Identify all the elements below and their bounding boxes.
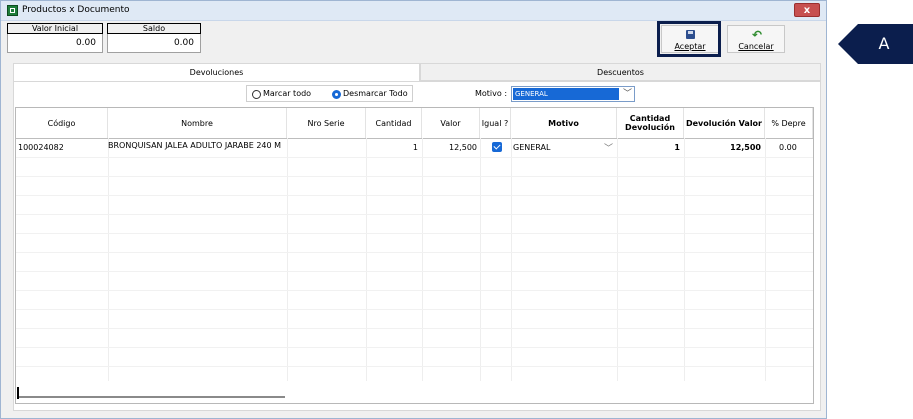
grid-divider <box>422 138 423 381</box>
cell-nombre: BRONQUISAN JALEA ADULTO JARABE 240 M <box>108 141 282 150</box>
grid-row-line <box>16 252 813 253</box>
cell-devolucion-valor: 12,500 <box>730 143 761 152</box>
igual-checkbox[interactable] <box>492 142 502 152</box>
grid-divider <box>511 138 512 381</box>
grid-row-line <box>16 176 813 177</box>
cell-valor: 12,500 <box>449 143 477 152</box>
col-depre[interactable]: % Depre <box>765 108 813 138</box>
grid-divider <box>108 138 109 381</box>
motivo-label: Motivo : <box>475 89 508 98</box>
grid-divider <box>287 138 288 381</box>
col-valor[interactable]: Valor <box>422 108 480 138</box>
motivo-select[interactable]: GENERAL ﹀ <box>511 86 635 102</box>
desmarcar-todo-radio[interactable] <box>332 90 341 99</box>
col-motivo[interactable]: Motivo <box>511 108 617 138</box>
cell-cantidad-devolucion: 1 <box>674 143 680 152</box>
col-codigo[interactable]: Código <box>16 108 108 138</box>
grid-row-line <box>16 347 813 348</box>
grid-row-line <box>16 309 813 310</box>
grid-row-line <box>16 271 813 272</box>
tab-devoluciones[interactable]: Devoluciones <box>13 63 420 81</box>
grid-divider <box>366 138 367 381</box>
col-devolucion-valor[interactable]: Devolución Valor <box>684 108 765 138</box>
col-cantidad[interactable]: Cantidad <box>366 108 422 138</box>
desmarcar-todo-label: Desmarcar Todo <box>343 89 408 98</box>
grid-row-line <box>16 328 813 329</box>
app-icon <box>7 5 18 16</box>
cancelar-button[interactable]: ↶ Cancelar <box>727 25 785 53</box>
annotation-marker: A <box>838 24 913 64</box>
tab-strip: Devoluciones Descuentos <box>13 63 821 81</box>
grid-row-line <box>16 214 813 215</box>
col-cantidad-devolucion[interactable]: Cantidad Devolución <box>617 108 684 138</box>
grid-row-line <box>16 157 813 158</box>
window-title: Productos x Documento <box>22 5 130 15</box>
cell-codigo: 100024082 <box>18 143 64 152</box>
title-bar: Productos x Documento x <box>1 1 826 21</box>
grid-divider <box>617 138 618 381</box>
marcar-todo-radio[interactable] <box>252 90 261 99</box>
chevron-down-icon[interactable]: ﹀ <box>604 141 613 154</box>
grid-row-line <box>16 290 813 291</box>
motivo-selected-value: GENERAL <box>513 88 619 100</box>
marcar-todo-label: Marcar todo <box>263 89 312 98</box>
grid-row-line <box>16 366 813 367</box>
horizontal-scrollbar[interactable] <box>19 396 285 398</box>
tab-descuentos[interactable]: Descuentos <box>420 63 821 81</box>
grid-row-line <box>16 195 813 196</box>
marcar-radio-group: Marcar todo Desmarcar Todo <box>246 85 413 102</box>
chevron-down-icon[interactable]: ﹀ <box>623 88 632 100</box>
col-nombre[interactable]: Nombre <box>108 108 287 138</box>
products-grid: Código Nombre Nro Serie Cantidad Valor I… <box>15 107 814 404</box>
saldo-box: Saldo 0.00 <box>107 23 201 53</box>
grid-divider <box>684 138 685 381</box>
aceptar-highlight-box <box>657 21 721 57</box>
undo-icon: ↶ <box>752 28 763 42</box>
valor-inicial-label: Valor Inicial <box>7 23 103 34</box>
productos-window: Productos x Documento x Valor Inicial 0.… <box>0 0 827 419</box>
saldo-label: Saldo <box>107 23 201 34</box>
marker-label: A <box>878 34 890 53</box>
close-button[interactable]: x <box>794 3 820 17</box>
grid-divider <box>765 138 766 381</box>
col-igual[interactable]: Igual ? <box>480 108 511 138</box>
valor-inicial-box: Valor Inicial 0.00 <box>7 23 103 53</box>
col-nro-serie[interactable]: Nro Serie <box>287 108 366 138</box>
cell-motivo: GENERAL <box>513 143 551 152</box>
valor-inicial-value: 0.00 <box>7 34 103 53</box>
grid-header: Código Nombre Nro Serie Cantidad Valor I… <box>16 108 813 139</box>
cell-cantidad: 1 <box>412 143 418 152</box>
saldo-value: 0.00 <box>107 34 201 53</box>
grid-row-line <box>16 233 813 234</box>
cancelar-label: Cancelar <box>738 42 774 51</box>
cell-depre: 0.00 <box>779 143 797 152</box>
grid-divider <box>480 138 481 381</box>
